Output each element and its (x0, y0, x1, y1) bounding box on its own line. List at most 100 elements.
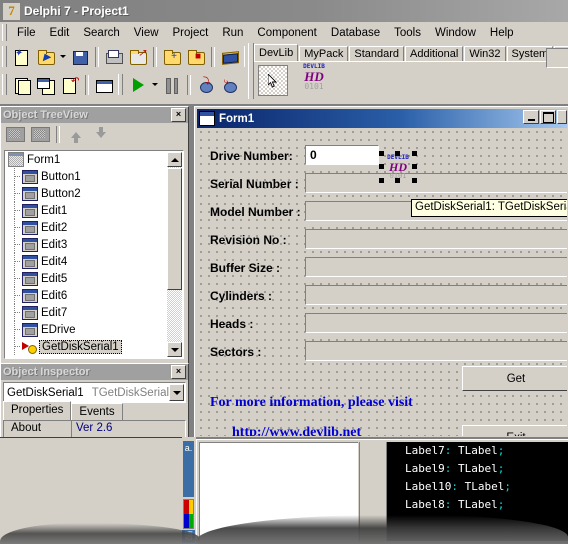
edit-sectors[interactable] (305, 341, 567, 361)
menu-view[interactable]: View (127, 25, 166, 41)
selection-handle-se[interactable] (412, 178, 417, 183)
exit-button[interactable]: Exit (462, 425, 567, 436)
menu-component[interactable]: Component (250, 25, 323, 41)
color-swatch-palette[interactable] (183, 499, 194, 529)
toolbar-grip-4[interactable] (118, 74, 123, 95)
tree-node-edit3[interactable]: Edit3 (5, 236, 167, 253)
tab-additional[interactable]: Additional (405, 46, 464, 62)
open-file-button[interactable]: ↗ (126, 45, 150, 68)
close-icon[interactable]: × (171, 108, 186, 122)
scroll-down-button[interactable] (167, 342, 182, 357)
minimize-button[interactable] (523, 110, 539, 124)
save-all-button[interactable] (102, 45, 126, 68)
tree-node-form1[interactable]: Form1 (5, 151, 167, 168)
otv-move-up-button[interactable] (63, 124, 88, 145)
tree-node-edit6[interactable]: Edit6 (5, 287, 167, 304)
palette-pointer-button[interactable] (258, 65, 288, 96)
selection-handle-nw[interactable] (379, 151, 384, 156)
scrollbar-thumb[interactable] (167, 168, 182, 290)
run-dropdown[interactable] (150, 73, 160, 96)
trace-into-button[interactable]: ⤵ (194, 73, 218, 96)
step-over-button[interactable]: ⤷ (218, 73, 242, 96)
tree-node-getdisksserial1[interactable]: GetDiskSerial1 (5, 338, 167, 355)
menu-window[interactable]: Window (428, 25, 483, 41)
property-row-about[interactable]: About Ver 2.6 (4, 421, 185, 438)
tree-node-edit7[interactable]: Edit7 (5, 304, 167, 321)
info-url-link[interactable]: http://www.devlib.net (232, 425, 361, 436)
tab-devlib[interactable]: DevLib (254, 44, 299, 62)
code-editor-text[interactable]: Label7: TLabel; Label9: TLabel; Label10:… (387, 442, 568, 541)
property-value[interactable]: Ver 2.6 (72, 421, 185, 437)
menu-search[interactable]: Search (76, 25, 126, 41)
view-form-button[interactable] (92, 73, 116, 96)
tree-node-edrive[interactable]: EDrive (5, 321, 167, 338)
close-icon[interactable]: × (171, 365, 186, 379)
taskbar-button[interactable]: a. (183, 441, 194, 497)
close-button[interactable] (557, 110, 567, 124)
otv-new-button[interactable] (3, 124, 28, 145)
menu-help[interactable]: Help (483, 25, 521, 41)
tab-mypack[interactable]: MyPack (299, 46, 349, 62)
object-treeview-scrollbar[interactable] (167, 152, 182, 357)
selection-handle-s[interactable] (395, 178, 400, 183)
toolbar-grip-1[interactable] (2, 46, 7, 67)
tree-node-edit4[interactable]: Edit4 (5, 253, 167, 270)
menu-file[interactable]: File (10, 25, 43, 41)
form-canvas[interactable]: Drive Number: Serial Number : Model Numb… (197, 128, 567, 436)
edit-heads[interactable] (305, 313, 567, 333)
palette-extra-button[interactable] (546, 48, 568, 68)
ime-indicator[interactable]: 语 (182, 530, 195, 543)
toggle-form-unit-button[interactable] (34, 73, 58, 96)
menu-edit[interactable]: Edit (43, 25, 77, 41)
tab-win32[interactable]: Win32 (464, 46, 506, 62)
tab-standard[interactable]: Standard (349, 46, 405, 62)
remove-file-button[interactable]: ■ (184, 45, 208, 68)
selection-handle-sw[interactable] (379, 178, 384, 183)
getdisksserial-palette-icon[interactable]: DEVLIB HD 0101 (294, 64, 334, 96)
help-button[interactable] (218, 45, 242, 68)
selection-handle-n[interactable] (395, 151, 400, 156)
open-project-dropdown[interactable] (58, 45, 68, 68)
object-selector-combobox[interactable]: GetDiskSerial1 TGetDiskSerial (3, 382, 186, 403)
tree-node-edit1[interactable]: Edit1 (5, 202, 167, 219)
swatch-yellow[interactable] (188, 500, 193, 514)
pause-button[interactable] (160, 73, 184, 96)
view-unit-button[interactable]: ↶ (58, 73, 82, 96)
scroll-up-button[interactable] (167, 152, 182, 167)
edit-serial-number[interactable] (305, 173, 567, 193)
selection-handle-ne[interactable] (412, 151, 417, 156)
edit-cylinders[interactable] (305, 285, 567, 305)
otv-move-down-button[interactable] (88, 124, 113, 145)
otv-delete-button[interactable] (28, 124, 53, 145)
save-button[interactable] (68, 45, 92, 68)
new-form-button[interactable] (10, 73, 34, 96)
menu-project[interactable]: Project (166, 25, 216, 41)
selection-handle-e[interactable] (412, 164, 417, 169)
menubar-grip[interactable] (2, 24, 7, 41)
get-button[interactable]: Get (462, 366, 567, 391)
new-item-button[interactable]: ✦ (10, 45, 34, 68)
menu-run[interactable]: Run (215, 25, 250, 41)
menu-tools[interactable]: Tools (387, 25, 428, 41)
tab-events[interactable]: Events (71, 403, 123, 420)
menu-database[interactable]: Database (324, 25, 387, 41)
object-treeview-list[interactable]: Form1 Button1 Button2 Edit1 Edit2 Edit3 … (4, 150, 184, 359)
getdisksserial1-component[interactable]: DEVLIB HD 0101 (379, 151, 417, 183)
run-button[interactable] (126, 73, 150, 96)
chevron-down-icon[interactable] (169, 384, 184, 401)
swatch-green[interactable] (188, 514, 193, 528)
tab-properties[interactable]: Properties (3, 401, 72, 420)
tree-node-button2[interactable]: Button2 (5, 185, 167, 202)
form-titlebar[interactable]: Form1 (197, 109, 567, 128)
edit-revision-no[interactable] (305, 229, 567, 249)
editor-blank-area[interactable] (199, 442, 358, 542)
selection-handle-w[interactable] (379, 164, 384, 169)
tree-node-button1[interactable]: Button1 (5, 168, 167, 185)
tree-node-edit2[interactable]: Edit2 (5, 219, 167, 236)
tree-node-edit5[interactable]: Edit5 (5, 270, 167, 287)
edit-drive-number[interactable]: 0 (305, 145, 379, 165)
add-file-button[interactable]: + (160, 45, 184, 68)
open-project-button[interactable]: ▶ (34, 45, 58, 68)
toolbar-grip-3[interactable] (2, 74, 7, 95)
edit-buffer-size[interactable] (305, 257, 567, 277)
